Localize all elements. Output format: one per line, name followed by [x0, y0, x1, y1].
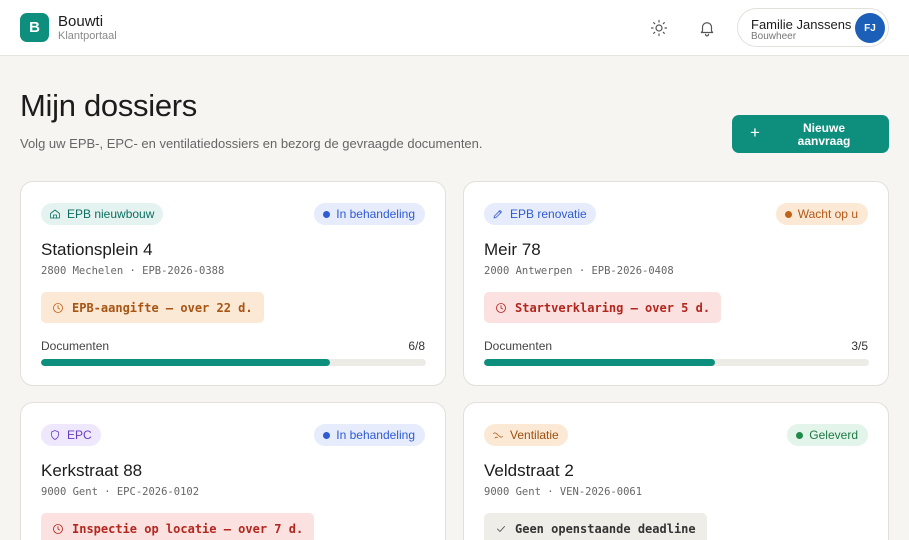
status-label: Wacht op u	[797, 207, 858, 221]
new-request-button[interactable]: + Nieuwe aanvraag	[732, 115, 889, 153]
dossier-type-tag: EPB nieuwbouw	[41, 203, 164, 225]
fan-icon	[493, 432, 503, 439]
theme-toggle-button[interactable]	[645, 14, 673, 42]
documents-count: 6/8	[408, 339, 425, 353]
dossier-card[interactable]: EPB renovatie Wacht op u Meir 78 2000 An…	[463, 181, 889, 386]
page-title: Mijn dossiers	[20, 88, 197, 123]
new-request-label: Nieuwe aanvraag	[797, 121, 851, 148]
deadline-label: Startverklaring — over 5 d.	[515, 300, 711, 315]
status-dot	[323, 431, 331, 439]
top-bar: B Bouwti Klantportaal Familie Janssens B…	[0, 0, 909, 56]
user-menu[interactable]: Familie Janssens Bouwheer FJ	[737, 8, 889, 47]
progress-fill	[484, 359, 715, 366]
dossier-type-label: EPB renovatie	[510, 207, 587, 221]
deadline-label: EPB-aangifte — over 22 d.	[72, 300, 253, 315]
dossier-type-label: EPC	[67, 428, 92, 442]
avatar: FJ	[855, 13, 885, 43]
status-dot	[796, 431, 804, 439]
dossier-meta: 2800 Mechelen · EPB-2026-0388	[41, 265, 225, 277]
dossier-address: Meir 78	[484, 240, 541, 259]
dossier-card[interactable]: Ventilatie Geleverd Veldstraat 2 9000 Ge…	[463, 402, 889, 540]
status-badge: In behandeling	[314, 203, 425, 225]
status-label: In behandeling	[336, 207, 415, 221]
status-dot	[784, 210, 792, 218]
dossier-meta: 9000 Gent · VEN-2026-0061	[484, 486, 643, 498]
dossier-address: Veldstraat 2	[484, 461, 574, 480]
dossier-card[interactable]: EPB nieuwbouw In behandeling Stationsple…	[20, 181, 446, 386]
dossier-type-tag: EPC	[41, 424, 101, 446]
clock-icon	[496, 302, 506, 313]
status-badge: In behandeling	[314, 424, 425, 446]
brand-subtitle: Klantportaal	[58, 30, 117, 42]
shield-icon	[51, 430, 59, 440]
sun-icon	[650, 19, 668, 37]
clock-icon	[53, 523, 63, 534]
bell-icon	[700, 22, 714, 37]
dossier-address: Stationsplein 4	[41, 240, 153, 259]
dossier-card[interactable]: EPC In behandeling Kerkstraat 88 9000 Ge…	[20, 402, 446, 540]
documents-count: 3/5	[851, 339, 868, 353]
deadline-label: Geen openstaande deadline	[515, 521, 696, 536]
app-logo[interactable]: B	[20, 13, 49, 42]
deadline-chip: Geen openstaande deadline	[484, 513, 707, 540]
house-icon	[50, 209, 60, 219]
dossier-meta: 9000 Gent · EPC-2026-0102	[41, 486, 200, 498]
dossier-meta: 2000 Antwerpen · EPB-2026-0408	[484, 265, 674, 277]
brand-name: Bouwti	[58, 13, 104, 30]
notifications-button[interactable]	[693, 14, 721, 42]
deadline-chip: EPB-aangifte — over 22 d.	[41, 292, 264, 323]
documents-progress-bar	[484, 359, 869, 366]
status-dot	[323, 210, 331, 218]
documents-progress-bar	[41, 359, 426, 366]
documents-label: Documenten	[41, 339, 110, 353]
documents-label: Documenten	[484, 339, 553, 353]
deadline-chip: Inspectie op locatie — over 7 d.	[41, 513, 315, 540]
user-name: Familie Janssens	[751, 17, 852, 32]
progress-fill	[41, 359, 330, 366]
status-badge: Wacht op u	[775, 203, 868, 225]
deadline-chip: Startverklaring — over 5 d.	[484, 292, 722, 323]
plus-icon: +	[750, 123, 760, 142]
dossier-type-tag: EPB renovatie	[484, 203, 596, 225]
page-subtitle: Volg uw EPB-, EPC- en ventilatiedossiers…	[20, 136, 483, 151]
user-role: Bouwheer	[751, 31, 797, 42]
status-badge: Geleverd	[787, 424, 868, 446]
check-icon	[497, 525, 505, 532]
dossier-type-tag: Ventilatie	[484, 424, 568, 446]
status-label: In behandeling	[336, 428, 415, 442]
deadline-label: Inspectie op locatie — over 7 d.	[72, 521, 304, 536]
dossier-address: Kerkstraat 88	[41, 461, 143, 480]
pencil-icon	[493, 210, 502, 219]
status-label: Geleverd	[809, 428, 858, 442]
dossier-type-label: EPB nieuwbouw	[67, 207, 155, 221]
dossier-type-label: Ventilatie	[510, 428, 559, 442]
clock-icon	[53, 302, 63, 313]
